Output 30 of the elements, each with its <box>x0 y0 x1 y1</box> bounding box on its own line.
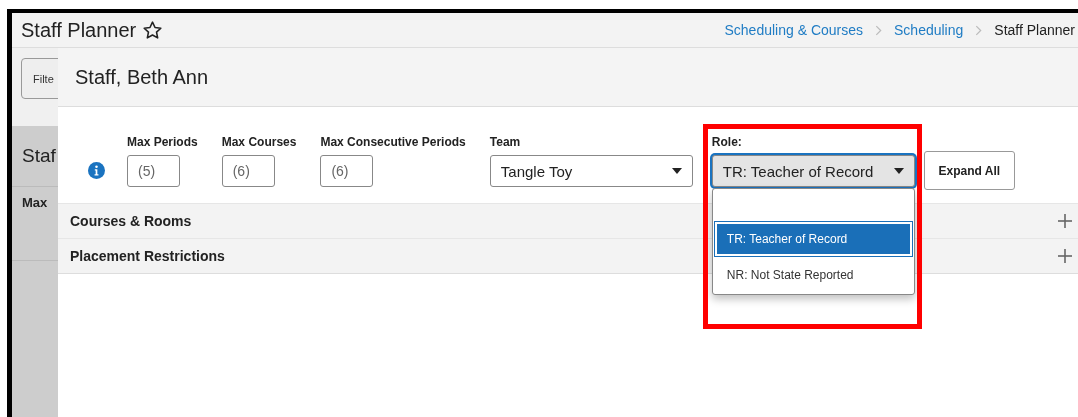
dropdown-option[interactable]: TR: Teacher of Record <box>714 222 912 256</box>
field-label: Role: <box>711 135 743 149</box>
select-field[interactable]: Tangle Toy <box>489 155 693 187</box>
number-input[interactable]: (6) <box>221 155 275 187</box>
number-input[interactable]: (5) <box>127 155 180 187</box>
field-label: Max Periods <box>127 135 198 149</box>
breadcrumb-current: Staff Planner <box>994 22 1075 38</box>
select-field[interactable]: TR: Teacher of Record <box>711 155 915 187</box>
field-label: Max Courses <box>221 135 297 149</box>
caret-icon <box>893 168 904 174</box>
section-title: Placement Restrictions <box>70 248 225 264</box>
breadcrumb-link[interactable]: Scheduling & Courses <box>724 22 864 38</box>
plus-icon[interactable] <box>1058 214 1072 228</box>
column-header: Max <box>22 195 48 210</box>
section-title: Courses & Rooms <box>70 213 192 229</box>
field-label: Team <box>489 135 522 149</box>
chevron-icon <box>975 24 983 36</box>
plus-icon[interactable] <box>1058 249 1072 263</box>
info-icon[interactable] <box>88 162 105 179</box>
star-icon[interactable] <box>142 19 164 41</box>
caret-icon <box>671 168 682 174</box>
chevron-icon <box>875 24 883 36</box>
expand-all-button[interactable]: Expand All <box>923 151 1015 190</box>
list-heading: Staf <box>22 145 56 167</box>
number-input[interactable]: (6) <box>320 155 374 187</box>
page-title: Staff Planner <box>21 18 137 42</box>
filter-button[interactable]: Filte <box>21 58 58 99</box>
field-label: Max Consecutive Periods <box>320 135 466 149</box>
breadcrumb-link[interactable]: Scheduling <box>894 22 964 38</box>
panel-title: Staff, Beth Ann <box>75 65 209 89</box>
